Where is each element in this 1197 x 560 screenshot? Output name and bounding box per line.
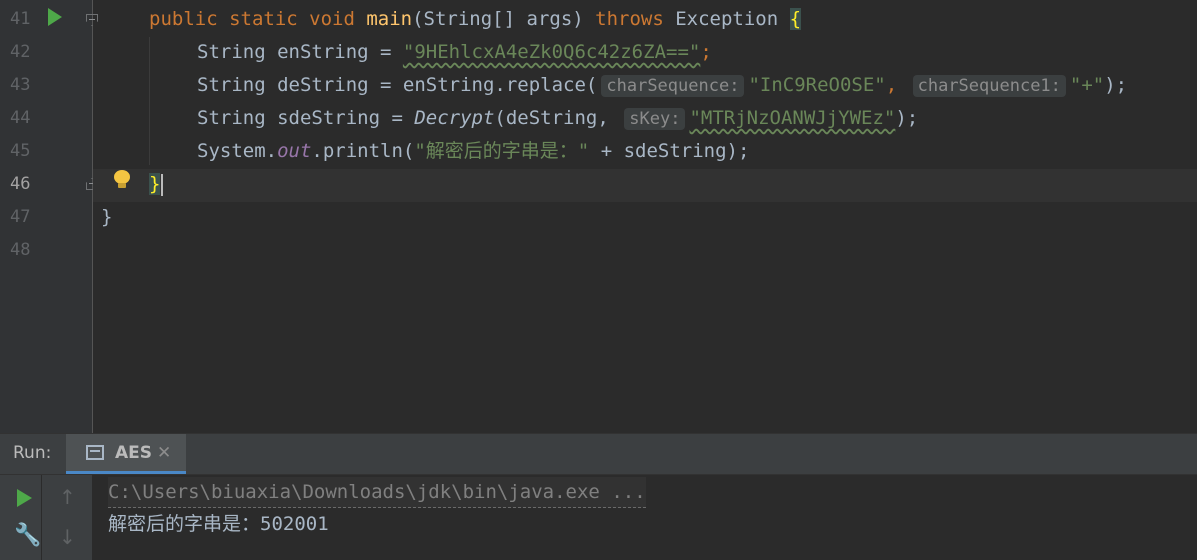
keyword-token: public static void [149,8,367,30]
lightbulb-icon[interactable] [113,170,131,188]
code-line-41: public static void main(String[] args) t… [149,3,802,36]
line-number: 47 [10,207,31,227]
code-token: ; [700,41,712,63]
code-line-46: } [149,168,164,201]
editor-gutter: 41 42 43 44 45 46 47 48 [0,0,93,433]
code-token: Exception [675,8,790,30]
code-editor[interactable]: 41 42 43 44 45 46 47 48 public static vo… [0,0,1197,433]
parameter-hint: sKey: [624,108,686,130]
code-token: String enString = [197,41,403,63]
code-token: System. [197,140,278,162]
tab-aes[interactable]: AES ✕ [66,434,186,474]
code-token: (deString, [494,107,621,129]
down-arrow-icon[interactable]: ↓ [59,525,76,549]
text-caret [161,173,164,196]
code-token: ); [895,107,919,129]
line-number: 44 [10,108,31,128]
code-token: ); [1104,74,1128,96]
keyword-token: throws [595,8,676,30]
indent-guide [149,37,150,165]
code-token: } [101,206,113,228]
method-call: Decrypt [414,107,495,129]
wrench-icon[interactable]: 🔧 [14,523,41,548]
static-field: out [277,140,312,162]
string-literal: "InC9ReO0SE" [748,74,886,96]
method-name: main [366,8,413,30]
brace-highlight: { [789,8,802,30]
code-line-45: System.out.println("解密后的字串是：" + sdeStrin… [197,135,749,168]
close-icon[interactable]: ✕ [157,443,171,463]
code-line-47: } [101,201,112,234]
string-literal: "+" [1069,74,1105,96]
line-number-current: 46 [10,174,31,194]
string-literal: "MTRjNzOANWJjYWEz" [689,107,896,129]
string-literal: "解密后的字串是：" [414,140,590,162]
line-number: 41 [10,9,31,29]
console-icon [86,445,104,460]
run-tool-window: Run: AES ✕ 🔧 ↑ ↓ C:\Users\biuaxia\Downlo… [0,433,1197,560]
run-label: Run: [13,443,52,463]
code-line-43: String deString = enString.replace(charS… [197,69,1127,102]
console-command-line[interactable]: C:\Users\biuaxia\Downloads\jdk\bin\java.… [108,477,646,508]
code-token: (String[] args) [412,8,596,30]
code-token: String sdeString = [197,107,415,129]
console-output-line: 解密后的字串是：502001 [108,513,329,535]
line-number: 48 [10,240,31,260]
line-number: 45 [10,141,31,161]
line-number: 43 [10,75,31,95]
parameter-hint: charSequence1: [912,75,1066,97]
string-literal: "9HEhlcxA4eZk0Q6c42z6ZA==" [402,41,701,63]
code-token: + sdeString); [589,140,750,162]
code-token: , [885,74,909,96]
parameter-hint: charSequence: [601,75,745,97]
code-line-42: String enString = "9HEhlcxA4eZk0Q6c42z6Z… [197,36,712,69]
brace-highlight: } [149,173,161,195]
current-line-highlight [93,169,1197,202]
run-header: Run: AES ✕ [0,434,1197,475]
line-number: 42 [10,42,31,62]
toolbar-divider [41,475,42,560]
code-token: String deString = enString.replace( [197,74,598,96]
code-line-44: String sdeString = Decrypt(deString, sKe… [197,102,918,135]
run-toolbar: 🔧 ↑ ↓ [0,475,92,560]
up-arrow-icon[interactable]: ↑ [59,485,76,509]
code-token: .println( [311,140,415,162]
tab-label: AES [115,443,153,463]
run-main-icon[interactable] [48,8,62,26]
rerun-icon[interactable] [17,489,32,507]
